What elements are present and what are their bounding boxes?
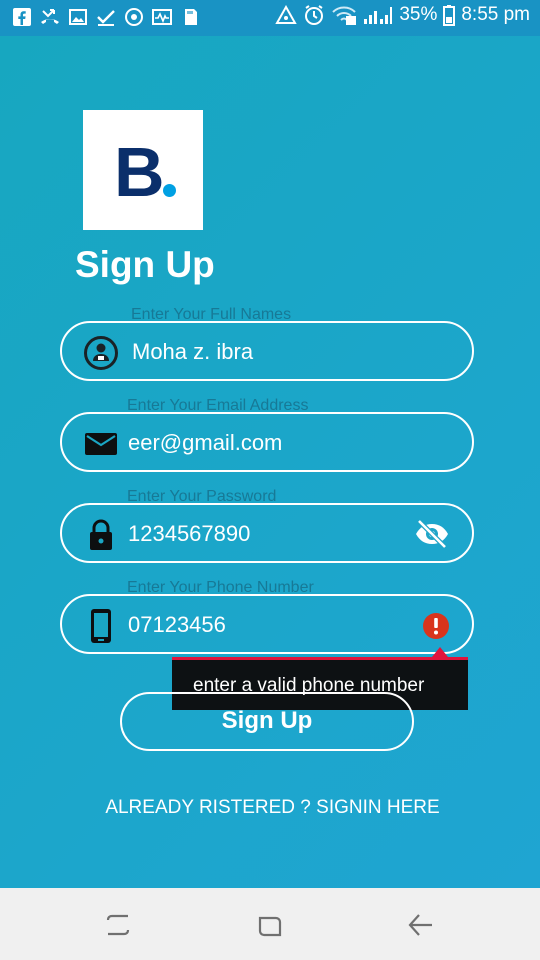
person-icon bbox=[84, 336, 118, 370]
eye-off-icon[interactable] bbox=[414, 519, 450, 549]
battery-percent: 35% bbox=[399, 4, 438, 25]
password-field-value: 1234567890 bbox=[128, 521, 251, 546]
wifi-icon bbox=[332, 6, 357, 25]
signup-screen: B Sign Up Enter Your Full Names Moha z. … bbox=[0, 36, 540, 888]
system-status: 35% 8:55 pm bbox=[275, 4, 530, 26]
name-field-value: Moha z. ibra bbox=[132, 339, 254, 364]
facebook-icon bbox=[13, 8, 31, 26]
email-field-value: eer@gmail.com bbox=[128, 430, 283, 455]
clock: 8:55 pm bbox=[461, 4, 530, 25]
home-icon[interactable] bbox=[255, 910, 285, 940]
recent-apps-icon[interactable] bbox=[103, 910, 133, 940]
password-field[interactable]: 1234567890 bbox=[60, 503, 474, 563]
tooltip-arrow bbox=[432, 647, 448, 657]
logo-dot bbox=[163, 184, 176, 197]
alarm-icon bbox=[305, 5, 324, 25]
email-field[interactable]: eer@gmail.com bbox=[60, 412, 474, 472]
app-logo: B bbox=[83, 110, 203, 230]
data-saver-icon bbox=[275, 5, 298, 24]
notification-icons bbox=[12, 7, 200, 27]
phone-field[interactable]: 07123456 bbox=[60, 594, 474, 654]
back-icon[interactable] bbox=[406, 910, 436, 940]
battery-icon bbox=[443, 5, 456, 26]
page-title: Sign Up bbox=[75, 244, 215, 285]
missed-call-icon bbox=[41, 9, 59, 24]
lock-icon bbox=[90, 519, 112, 550]
signin-link[interactable]: ALREADY RISTERED ? SIGNIN HERE bbox=[0, 797, 540, 819]
sd-card-icon bbox=[185, 9, 197, 25]
phone-icon bbox=[91, 609, 111, 643]
phone-field-value: 07123456 bbox=[128, 612, 226, 637]
signup-button-label: Sign Up bbox=[221, 707, 313, 734]
activity-icon bbox=[152, 9, 172, 25]
signal-icon bbox=[364, 7, 393, 24]
signup-button[interactable]: Sign Up bbox=[120, 692, 414, 751]
mail-icon bbox=[85, 433, 117, 455]
check-icon bbox=[97, 10, 115, 26]
navigation-bar bbox=[0, 888, 540, 960]
status-bar: 35% 8:55 pm bbox=[0, 0, 540, 36]
sync-icon bbox=[125, 8, 143, 26]
image-icon bbox=[69, 9, 87, 25]
name-field[interactable]: Moha z. ibra bbox=[60, 321, 474, 381]
error-icon[interactable] bbox=[422, 612, 450, 640]
logo-letter: B bbox=[114, 133, 165, 211]
